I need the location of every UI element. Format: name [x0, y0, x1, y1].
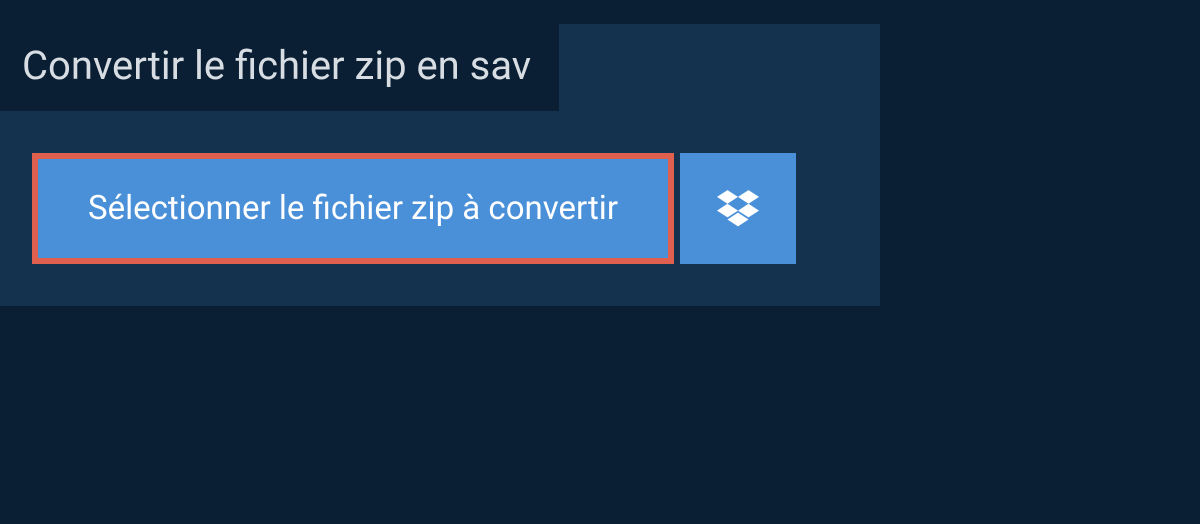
button-row: Sélectionner le fichier zip à convertir [32, 153, 880, 264]
title-bar: Convertir le fichier zip en sav [0, 24, 559, 111]
select-file-button[interactable]: Sélectionner le fichier zip à convertir [32, 153, 674, 264]
dropbox-button[interactable] [680, 153, 796, 264]
select-file-label: Sélectionner le fichier zip à convertir [88, 189, 618, 228]
dropbox-icon [717, 190, 759, 228]
page-title: Convertir le fichier zip en sav [22, 42, 531, 89]
converter-panel: Convertir le fichier zip en sav Sélectio… [0, 24, 880, 306]
